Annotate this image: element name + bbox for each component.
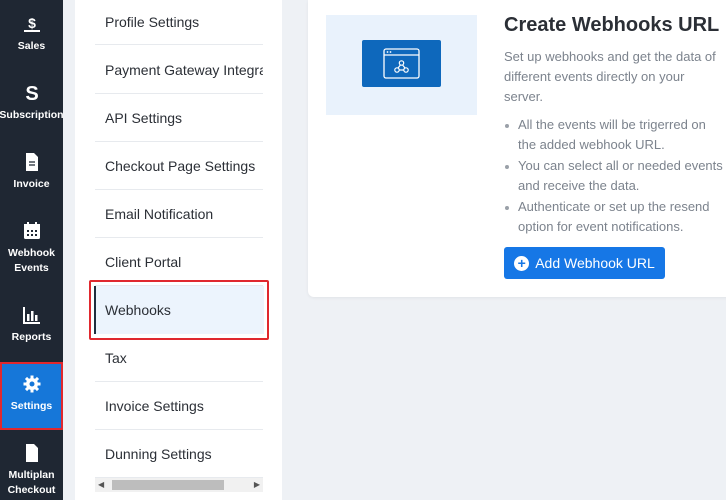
document-icon <box>22 152 42 172</box>
nav-invoice[interactable]: Invoice <box>0 152 63 192</box>
webhooks-description: Set up webhooks and get the data of diff… <box>504 49 716 104</box>
dollar-hand-icon: $ <box>22 14 42 34</box>
nav-settings-label: Settings <box>10 400 53 412</box>
menu-item-dunning-settings[interactable]: Dunning Settings <box>95 430 263 478</box>
calendar-icon <box>22 221 42 241</box>
scroll-right-arrow-icon[interactable]: ▶ <box>254 481 260 489</box>
dollar-s-icon: S <box>22 83 42 103</box>
bar-chart-icon <box>22 305 42 325</box>
menu-item-client-portal[interactable]: Client Portal <box>95 238 263 286</box>
list-item: You can select all or needed events and … <box>504 156 726 196</box>
menu-item-profile-settings[interactable]: Profile Settings <box>95 0 263 45</box>
plus-circle-icon: + <box>514 255 530 271</box>
scrollbar-thumb[interactable] <box>112 480 224 490</box>
document-icon <box>22 443 42 463</box>
nav-sales[interactable]: $ Sales <box>0 14 63 54</box>
settings-menu: Profile Settings Payment Gateway Integra… <box>75 0 282 500</box>
nav-webhook-events-label-line1: Webhook <box>7 247 56 259</box>
nav-invoice-label: Invoice <box>13 178 50 190</box>
menu-item-api-settings[interactable]: API Settings <box>95 94 263 142</box>
browser-window-icon <box>362 40 441 87</box>
menu-item-tax[interactable]: Tax <box>95 334 263 382</box>
menu-item-checkout-page-settings[interactable]: Checkout Page Settings <box>95 142 263 190</box>
add-webhook-url-label: Add Webhook URL <box>535 255 655 271</box>
nav-multiplan-checkout-label-line2: Checkout <box>7 484 56 496</box>
menu-item-payment-gateway[interactable]: Payment Gateway Integra <box>95 46 263 94</box>
webhooks-highlight-box <box>89 280 269 340</box>
webhooks-feature-list: All the events will be trigerred on the … <box>504 115 726 238</box>
nav-multiplan-checkout-label-line1: Multiplan <box>8 469 55 481</box>
add-webhook-url-button[interactable]: + Add Webhook URL <box>504 247 665 279</box>
svg-text:$: $ <box>28 15 36 31</box>
nav-webhook-events-label: Webhook Events <box>8 246 55 276</box>
nav-multiplan-checkout-label: Multiplan Checkout <box>8 468 56 498</box>
menu-item-invoice-settings[interactable]: Invoice Settings <box>95 382 263 430</box>
page-title: Create Webhooks URL <box>504 14 720 36</box>
nav-webhook-events-label-line2: Events <box>14 262 49 274</box>
list-item: All the events will be trigerred on the … <box>504 115 726 155</box>
nav-sales-label: Sales <box>17 40 46 52</box>
webhook-illustration <box>326 15 477 115</box>
nav-subscription-label: Subscription <box>0 109 64 121</box>
nav-subscription[interactable]: S Subscription <box>0 83 64 123</box>
nav-webhook-events[interactable]: Webhook Events <box>0 221 63 276</box>
menu-item-email-notification[interactable]: Email Notification <box>95 190 263 238</box>
nav-settings[interactable]: Settings <box>0 362 63 430</box>
nav-reports[interactable]: Reports <box>0 305 63 345</box>
list-item: Authenticate or set up the resend option… <box>504 197 726 237</box>
menu-horizontal-scrollbar[interactable]: ◀ ▶ <box>95 478 263 492</box>
scroll-left-arrow-icon[interactable]: ◀ <box>98 481 104 489</box>
nav-reports-label: Reports <box>11 331 52 343</box>
gear-icon <box>22 374 42 394</box>
left-nav-rail: $ Sales S Subscription Invoice Webhook E… <box>0 0 64 500</box>
nav-multiplan-checkout[interactable]: Multiplan Checkout <box>0 443 63 498</box>
svg-text:S: S <box>25 83 38 103</box>
